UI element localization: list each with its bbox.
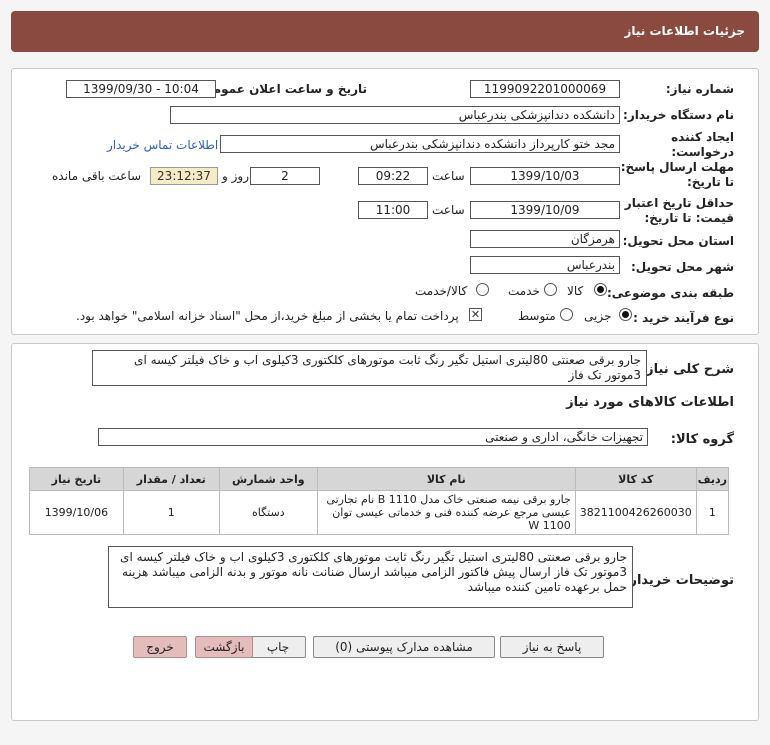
summary-text: جارو برقی صعنتی 80لیتری استیل تگیر رنگ ث… bbox=[134, 353, 641, 382]
attachments-button[interactable]: مشاهده مدارک پیوستی (0) bbox=[313, 636, 495, 658]
announce-label: تاریخ و ساعت اعلان عمومی: bbox=[196, 82, 367, 96]
page-header: جزئیات اطلاعات نیاز bbox=[11, 11, 759, 52]
goods-section-title: اطلاعات کالاهای مورد نیاز bbox=[566, 395, 734, 410]
buyer-org-label: نام دستگاه خریدار: bbox=[623, 108, 734, 122]
creator-label-line1: ایجاد کننده bbox=[671, 130, 734, 144]
announce-field[interactable]: 1399/09/30 - 10:04 bbox=[66, 80, 216, 98]
category-option-goods: کالا bbox=[567, 284, 584, 298]
row-qty: 1 bbox=[122, 490, 220, 535]
treasury-payment-checkbox[interactable]: ✕ bbox=[469, 308, 482, 321]
deadline-date-field[interactable]: 1399/10/03 bbox=[470, 167, 620, 185]
process-option-medium: متوسط bbox=[518, 309, 556, 323]
contact-buyer-link[interactable]: اطلاعات تماس خریدار bbox=[107, 138, 218, 152]
category-radio-goods[interactable] bbox=[594, 283, 607, 296]
validity-label-line1: حداقل تاریخ اعتبار bbox=[624, 196, 734, 210]
days-field[interactable]: 2 bbox=[250, 167, 320, 185]
category-label: طبقه بندی موضوعی: bbox=[606, 286, 734, 300]
province-label: استان محل تحویل: bbox=[622, 234, 734, 248]
need-number-field[interactable]: 1199092201000069 bbox=[470, 80, 620, 98]
col-qty: تعداد / مقدار bbox=[122, 467, 220, 491]
col-code: کد کالا bbox=[574, 467, 697, 491]
validity-time-label: ساعت bbox=[432, 203, 465, 217]
process-radio-minor[interactable] bbox=[619, 308, 632, 321]
row-name: جارو برقی نیمه صنعتی خاک مدل B 1110 نام … bbox=[316, 490, 576, 535]
category-radio-goods-service[interactable] bbox=[476, 283, 489, 296]
process-label: نوع فرآیند خرید : bbox=[633, 311, 734, 325]
goods-group-field[interactable]: تجهیزات خانگی، اداری و صنعتی bbox=[98, 428, 648, 446]
countdown-timer: 23:12:37 bbox=[150, 167, 218, 185]
city-label: شهر محل تحویل: bbox=[630, 260, 734, 274]
validity-date-field[interactable]: 1399/10/09 bbox=[470, 201, 620, 219]
city-field[interactable]: بندرعباس bbox=[470, 256, 620, 274]
table-row: 1 3821100426260030 جارو برقی نیمه صنعتی … bbox=[29, 490, 730, 535]
row-date: 1399/10/06 bbox=[29, 490, 124, 535]
creator-label-line2: درخواست: bbox=[671, 145, 734, 159]
remaining-label: ساعت باقی مانده bbox=[52, 169, 142, 183]
deadline-time-label: ساعت bbox=[432, 169, 465, 183]
buyer-notes-box: جارو برقی صعنتی 80لیتری استیل تگیر رنگ ث… bbox=[108, 546, 633, 608]
validity-label-line2: قیمت: تا تاریخ: bbox=[644, 211, 734, 225]
deadline-label-line1: مهلت ارسال پاسخ: bbox=[620, 160, 734, 174]
row-code: 3821100426260030 bbox=[574, 490, 697, 535]
reply-button[interactable]: پاسخ به نیاز bbox=[500, 636, 604, 658]
row-index: 1 bbox=[695, 490, 730, 535]
summary-label: شرح کلی نیاز: bbox=[640, 362, 734, 377]
buyer-org-field[interactable]: دانشکده دندانپزشکی بندرعباس bbox=[170, 106, 620, 124]
buyer-notes-label: توضیحات خریدار: bbox=[624, 573, 734, 588]
print-button[interactable]: چاپ bbox=[250, 636, 306, 658]
row-unit: دستگاه bbox=[218, 490, 318, 535]
validity-time-field[interactable]: 11:00 bbox=[358, 201, 428, 219]
goods-table: ردیف کد کالا نام کالا واحد شمارش تعداد /… bbox=[29, 467, 730, 535]
deadline-time-field[interactable]: 09:22 bbox=[358, 167, 428, 185]
days-label: روز و bbox=[222, 169, 249, 183]
category-option-service: خدمت bbox=[508, 284, 540, 298]
col-name: نام کالا bbox=[316, 467, 576, 491]
buyer-notes-text: جارو برقی صعنتی 80لیتری استیل تگیر رنگ ث… bbox=[120, 550, 627, 594]
creator-field[interactable]: مجد ختو کارپرداز دانشکده دندانپزشکی بندر… bbox=[220, 135, 620, 153]
col-date: تاریخ نیاز bbox=[29, 467, 124, 491]
goods-group-label: گروه کالا: bbox=[670, 432, 734, 447]
process-option-minor: جزیی bbox=[584, 309, 612, 323]
summary-box: جارو برقی صعنتی 80لیتری استیل تگیر رنگ ث… bbox=[92, 350, 647, 386]
need-number-label: شماره نیاز: bbox=[665, 82, 734, 96]
deadline-label-line2: تا تاریخ: bbox=[686, 175, 734, 189]
col-index: ردیف bbox=[695, 467, 730, 491]
process-radio-medium[interactable] bbox=[560, 308, 573, 321]
province-field[interactable]: هرمزگان bbox=[470, 230, 620, 248]
category-radio-service[interactable] bbox=[544, 283, 557, 296]
goods-table-header: ردیف کد کالا نام کالا واحد شمارش تعداد /… bbox=[29, 467, 730, 491]
col-unit: واحد شمارش bbox=[218, 467, 318, 491]
treasury-payment-note: پرداخت تمام یا بخشی از مبلغ خرید،از محل … bbox=[76, 309, 459, 323]
page-title: جزئیات اطلاعات نیاز bbox=[624, 24, 745, 38]
exit-button[interactable]: خروج bbox=[133, 636, 187, 658]
category-option-goods-service: کالا/خدمت bbox=[415, 284, 468, 298]
back-button[interactable]: بازگشت bbox=[195, 636, 253, 658]
